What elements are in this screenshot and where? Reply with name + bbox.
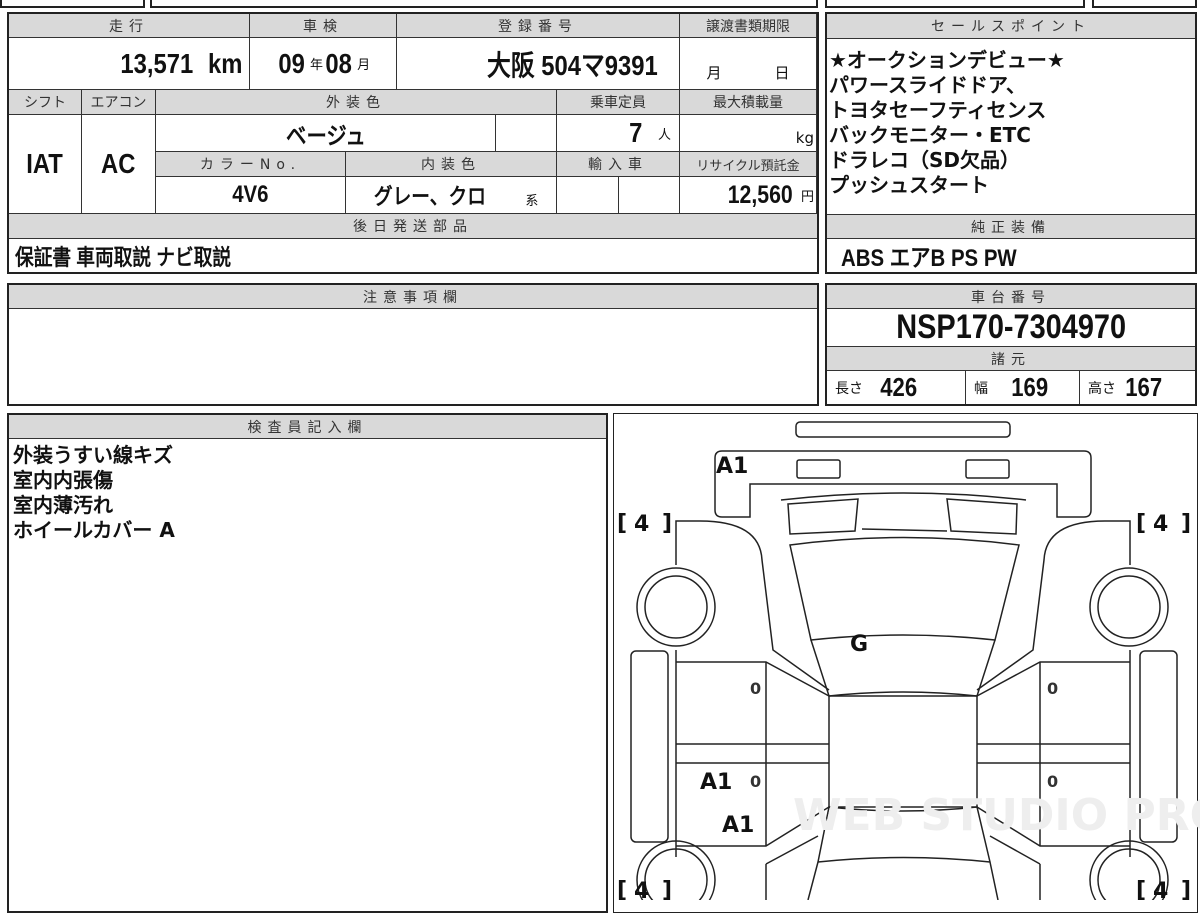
lamp-left: [796, 459, 841, 479]
svg-text:]: ]: [1181, 511, 1191, 536]
svg-text:[: [: [1136, 878, 1146, 900]
hood: [789, 536, 1020, 641]
left-front-fender: [675, 520, 830, 691]
rear-spoiler: [795, 421, 1011, 438]
right-front-fender: [976, 520, 1131, 691]
svg-text:[: [: [617, 878, 627, 900]
front-bumper: [714, 450, 1092, 518]
tread-rear-left: 4: [634, 879, 649, 900]
tread-rear-right: 4: [1153, 879, 1168, 900]
damage-mark-hood: G: [850, 632, 868, 657]
svg-text:[: [: [617, 511, 627, 536]
damage-mark-front: A1: [716, 454, 748, 479]
lamp-right: [965, 459, 1010, 479]
windshield: [810, 639, 996, 697]
door-mark: 0: [1047, 772, 1058, 791]
door-mark: 0: [1047, 679, 1058, 698]
svg-text:]: ]: [662, 878, 672, 900]
right-rear-quarter: [989, 835, 1041, 900]
tread-front-left: 4: [634, 512, 649, 537]
door-mark: 0: [750, 679, 761, 698]
svg-text:]: ]: [662, 511, 672, 536]
wheel-front-left: [636, 567, 716, 647]
damage-mark-rear-quarter: A1: [722, 813, 754, 838]
tread-front-right: 4: [1153, 512, 1168, 537]
svg-text:]: ]: [1181, 878, 1191, 900]
wheel-front-right: [1089, 567, 1169, 647]
door-mark: 0: [750, 772, 761, 791]
damage-mark-rear-door: A1: [700, 770, 732, 795]
svg-text:[: [: [1136, 511, 1146, 536]
watermark: WEB STUDIO PRO: [793, 790, 1200, 841]
left-rocker: [630, 650, 669, 843]
grille: [780, 492, 1027, 535]
tread-marks: [4] [4] [4] [4]: [617, 511, 1191, 900]
car-outline: WEB STUDIO PRO A1 G A1 A1 [4] [4] [4] [4…: [617, 421, 1200, 900]
